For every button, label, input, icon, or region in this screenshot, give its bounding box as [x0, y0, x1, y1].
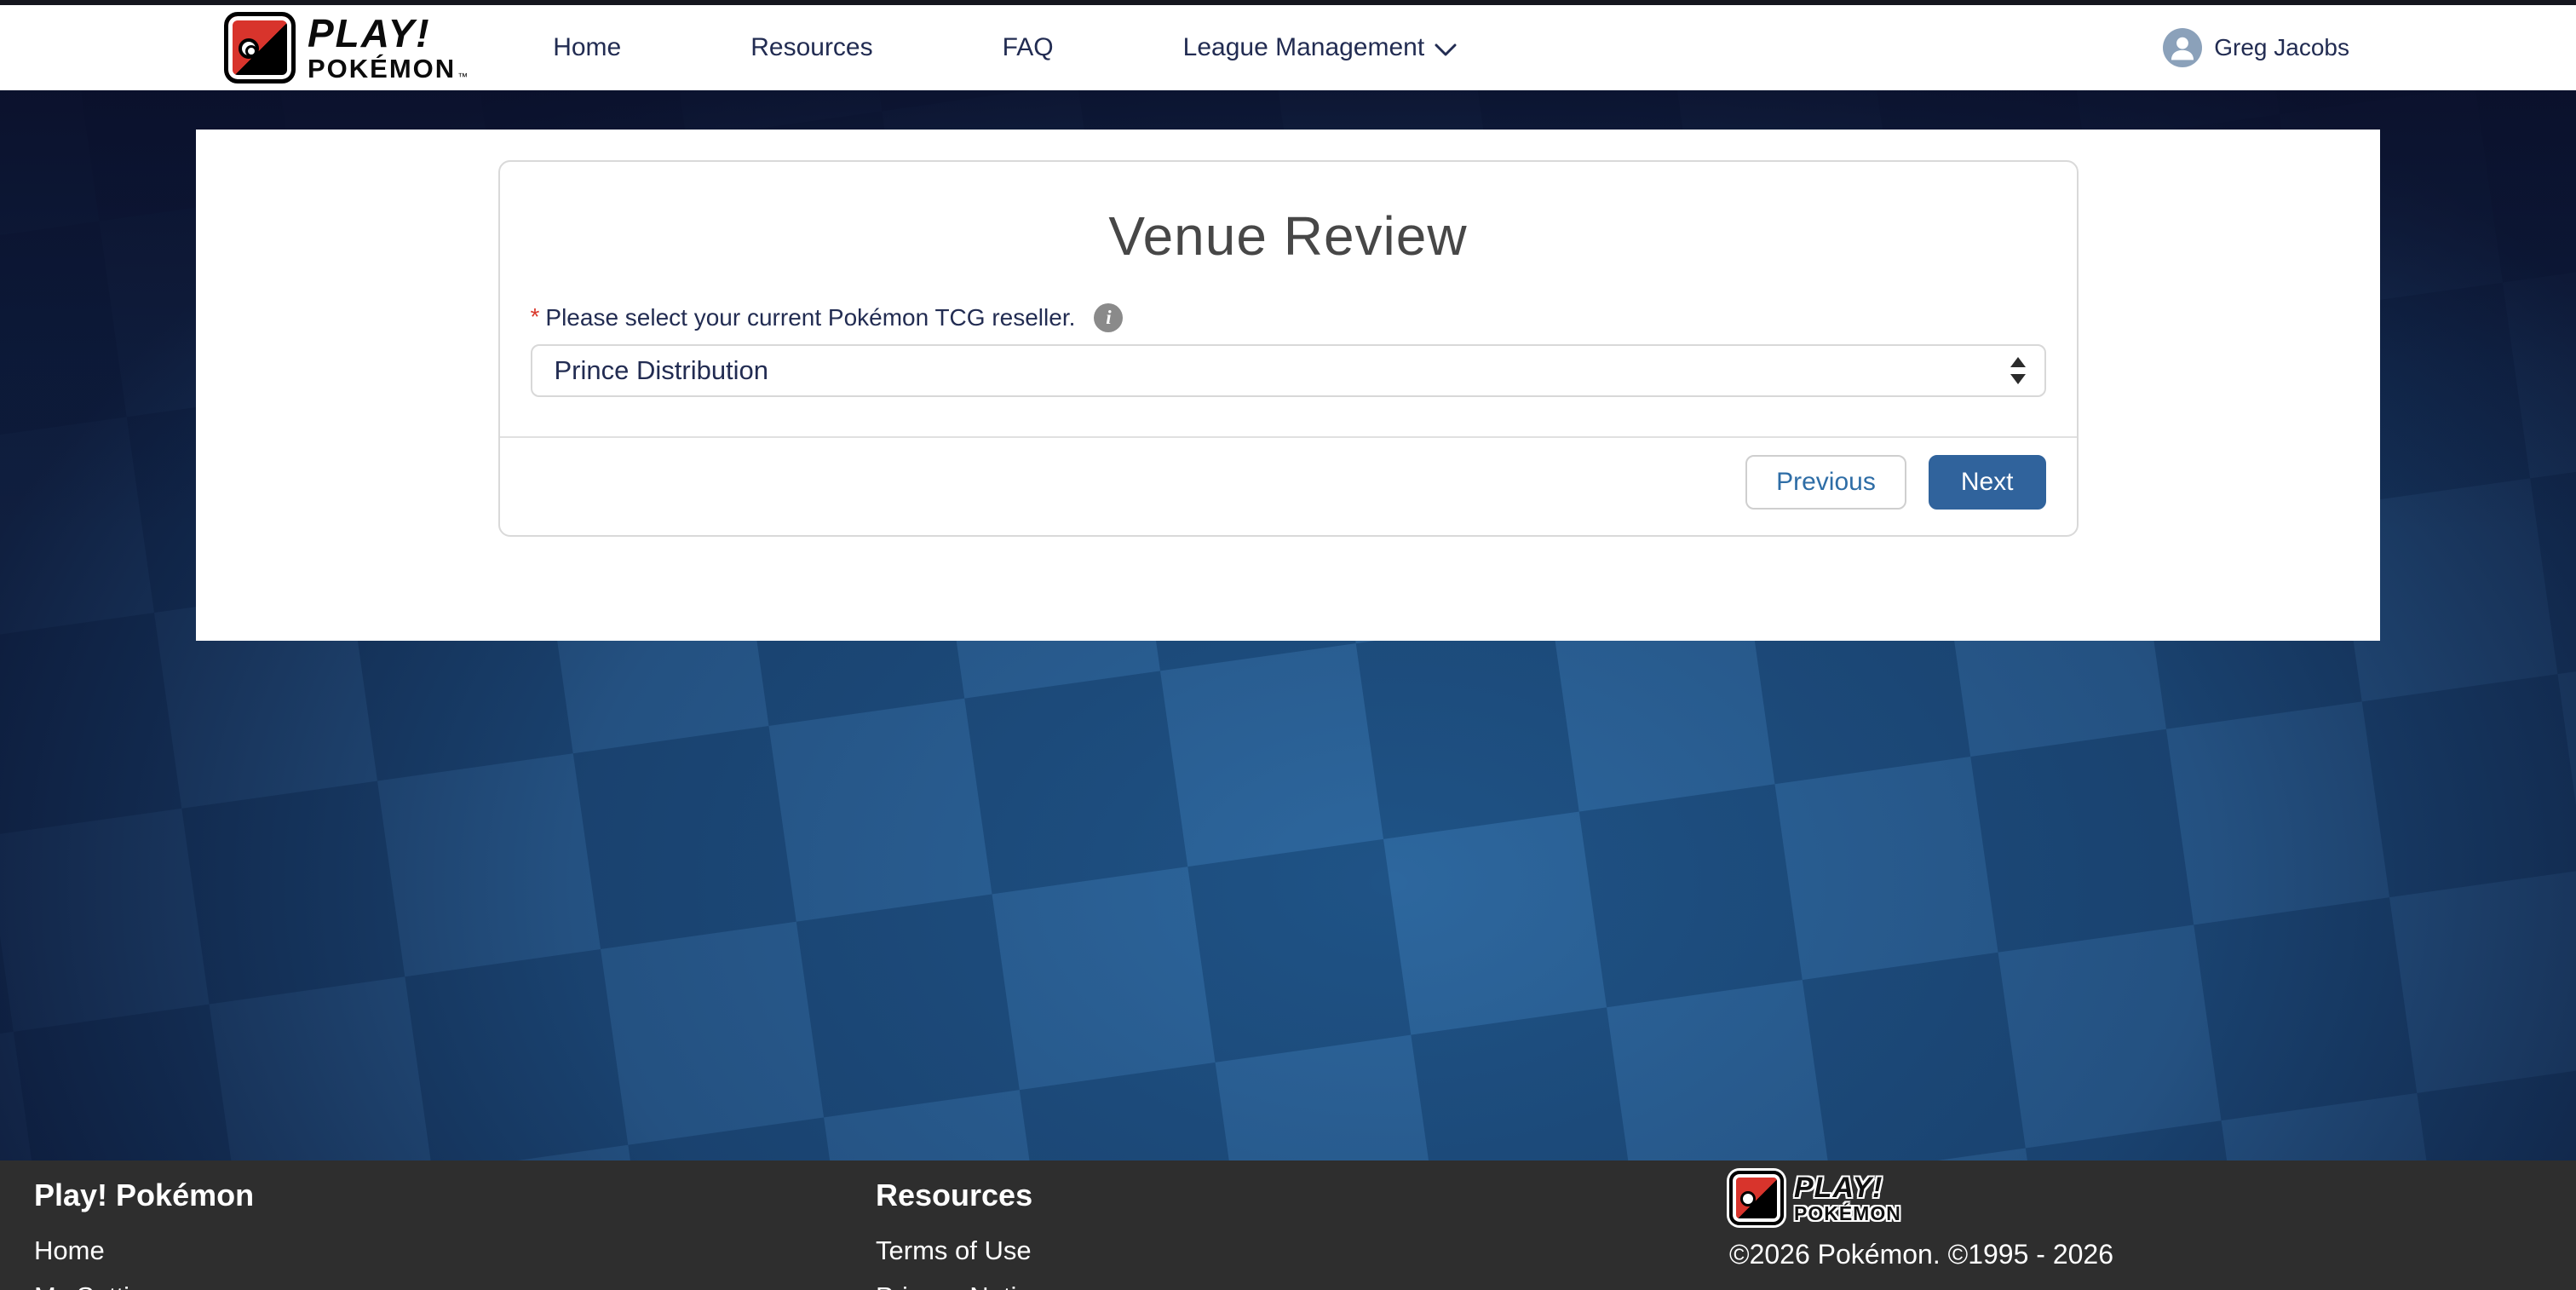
person-icon [2163, 28, 2202, 67]
copyright-text: ©2026 Pokémon. ©1995 - 2026 [1729, 1239, 2113, 1270]
brand-text: PLAY! POKÉMON ™ [308, 14, 469, 82]
button-row: Previous Next [500, 438, 2077, 535]
required-asterisk: * [531, 303, 540, 331]
footer-column-resources: Resources Terms of Use Privacy Notice [876, 1178, 1044, 1290]
brand-pokemon-text: POKÉMON [308, 55, 456, 82]
footer-pokeball-icon [1740, 1191, 1756, 1206]
trademark-symbol: ™ [457, 72, 469, 82]
footer-heading-play-pokemon: Play! Pokémon [34, 1178, 254, 1213]
footer-brand-text: PLAY! POKÉMON [1794, 1173, 1901, 1224]
user-name: Greg Jacobs [2214, 34, 2349, 61]
reseller-select[interactable]: Prince Distribution [531, 344, 2046, 397]
footer-brand-column: PLAY! POKÉMON ©2026 Pokémon. ©1995 - 202… [1729, 1171, 2113, 1270]
nav-item-faq[interactable]: FAQ [1003, 33, 1054, 62]
navbar: PLAY! POKÉMON ™ Home Resources FAQ Leagu… [0, 5, 2576, 90]
footer-link-privacy-notice[interactable]: Privacy Notice [876, 1281, 1044, 1290]
footer-column-play-pokemon: Play! Pokémon Home My Settings [34, 1178, 254, 1290]
footer-brand-logo: PLAY! POKÉMON [1729, 1171, 2113, 1225]
next-button[interactable]: Next [1929, 455, 2046, 510]
user-menu[interactable]: Greg Jacobs [2163, 28, 2349, 67]
info-icon[interactable]: i [1094, 303, 1123, 332]
arrow-up-icon [2010, 357, 2026, 367]
page-title: Venue Review [500, 204, 2077, 268]
reseller-label: Please select your current Pokémon TCG r… [545, 304, 1075, 331]
arrow-down-icon [2010, 374, 2026, 384]
brand-play-text: PLAY! [308, 14, 469, 53]
reseller-field: * Please select your current Pokémon TCG… [531, 303, 2046, 397]
main-nav: Home Resources FAQ League Management [553, 33, 1457, 62]
footer-link-terms-of-use[interactable]: Terms of Use [876, 1235, 1044, 1266]
content-panel: Venue Review * Please select your curren… [196, 130, 2380, 641]
user-avatar-icon [2163, 28, 2202, 67]
nav-item-resources[interactable]: Resources [750, 33, 872, 62]
footer-heading-resources: Resources [876, 1178, 1044, 1213]
venue-review-card: Venue Review * Please select your curren… [498, 160, 2079, 537]
footer-link-home[interactable]: Home [34, 1235, 254, 1266]
chevron-down-icon [1435, 43, 1457, 57]
background-area: Venue Review * Please select your curren… [0, 90, 2576, 1160]
brand-logo[interactable]: PLAY! POKÉMON ™ [224, 12, 469, 84]
previous-button[interactable]: Previous [1745, 455, 1906, 510]
pokeball-icon [239, 38, 259, 59]
nav-item-league-management[interactable]: League Management [1183, 33, 1458, 62]
page: PLAY! POKÉMON ™ Home Resources FAQ Leagu… [0, 0, 2576, 1290]
pokeball-badge-icon [224, 12, 296, 84]
select-stepper-icon [2010, 357, 2026, 384]
nav-item-home[interactable]: Home [553, 33, 621, 62]
footer: Play! Pokémon Home My Settings Resources… [0, 1160, 2576, 1290]
reseller-select-value: Prince Distribution [555, 355, 769, 386]
footer-pokeball-badge-icon [1729, 1171, 1784, 1225]
reseller-label-row: * Please select your current Pokémon TCG… [531, 303, 2046, 332]
footer-link-my-settings[interactable]: My Settings [34, 1281, 254, 1290]
